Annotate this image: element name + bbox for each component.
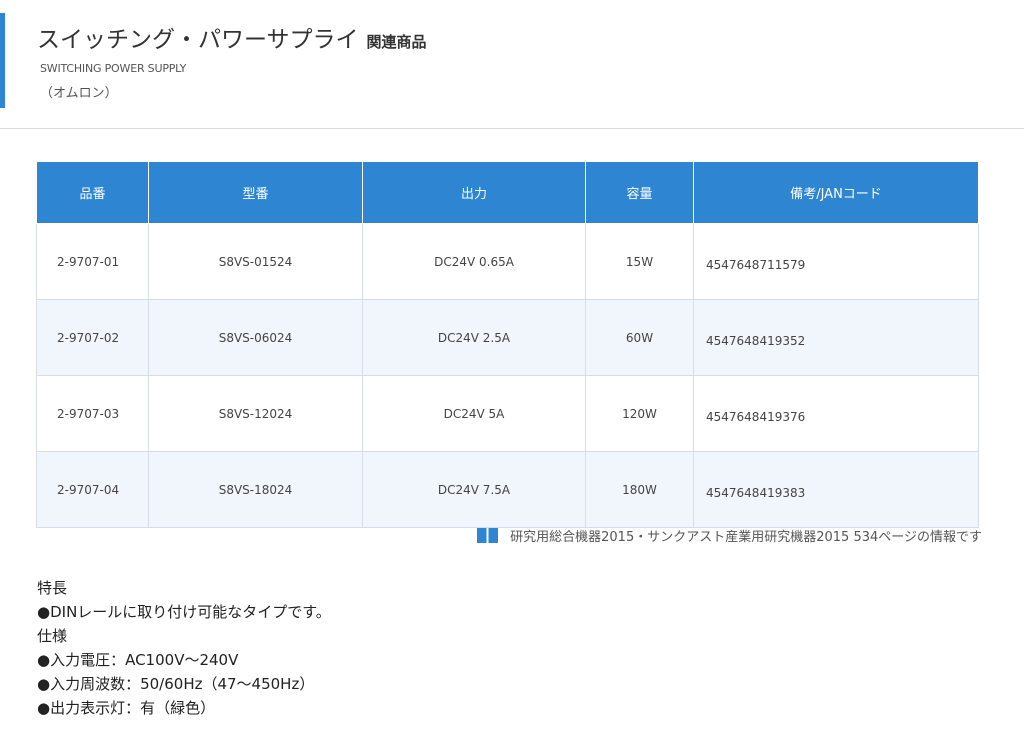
cell-output: DC24V 0.65A [362,223,586,300]
cell-capacity: 180W [585,451,694,528]
product-table: 品番 型番 出力 容量 備考/JANコード 2-9707-01 S8VS-015… [36,161,979,528]
table-header-row: 品番 型番 出力 容量 備考/JANコード [36,161,979,224]
cell-output: DC24V 2.5A [362,299,586,376]
header-notes-jan: 備考/JANコード [693,161,979,224]
cell-jan-code: 4547648711579 [693,223,979,300]
spec-item: ●入力周波数：50/60Hz（47〜450Hz） [37,675,315,693]
cell-item-code: 2-9707-04 [36,451,149,528]
cell-output: DC24V 7.5A [362,451,586,528]
cell-capacity: 120W [585,375,694,452]
cell-jan-code: 4547648419383 [693,451,979,528]
catalog-source-note: 研究用総合機器2015・サンクアスト産業用研究機器2015 534ページの情報で… [477,526,982,545]
header-item-code: 品番 [36,161,149,224]
page-title: スイッチング・パワーサプライ 関連商品 [37,20,427,54]
spec-item: ●入力電圧：AC100V〜240V [37,651,239,669]
spec-item: ●出力表示灯：有（緑色） [37,699,216,717]
cell-item-code: 2-9707-02 [36,299,149,376]
cell-jan-code: 4547648419376 [693,375,979,452]
catalog-source-text: 研究用総合機器2015・サンクアスト産業用研究機器2015 534ページの情報で… [510,530,982,545]
cell-model: S8VS-18024 [148,451,363,528]
feature-item: ●DINレールに取り付け可能なタイプです。 [37,603,331,621]
header-capacity: 容量 [585,161,694,224]
cell-capacity: 60W [585,299,694,376]
related-products-label: 関連商品 [366,33,427,51]
table-row: 2-9707-03 S8VS-12024 DC24V 5A 120W 45476… [36,375,979,452]
page-header: スイッチング・パワーサプライ 関連商品 SWITCHING POWER SUPPL… [0,0,1024,129]
cell-model: S8VS-12024 [148,375,363,452]
table-row: 2-9707-04 S8VS-18024 DC24V 7.5A 180W 454… [36,451,979,528]
product-features: 特長 ●DINレールに取り付け可能なタイプです。 仕様 ●入力電圧：AC100V… [37,576,331,720]
features-heading: 特長 [37,579,68,597]
manufacturer-label: （オムロン） [40,86,118,101]
header-model: 型番 [148,161,363,224]
book-icon [477,528,499,543]
cell-capacity: 15W [585,223,694,300]
page-title-text: スイッチング・パワーサプライ [37,27,359,53]
header-accent-bar [0,13,5,108]
cell-model: S8VS-06024 [148,299,363,376]
cell-jan-code: 4547648419352 [693,299,979,376]
specs-heading: 仕様 [37,627,68,645]
table-row: 2-9707-01 S8VS-01524 DC24V 0.65A 15W 454… [36,223,979,300]
cell-item-code: 2-9707-01 [36,223,149,300]
table-row: 2-9707-02 S8VS-06024 DC24V 2.5A 60W 4547… [36,299,979,376]
cell-model: S8VS-01524 [148,223,363,300]
english-subtitle: SWITCHING POWER SUPPLY [40,62,187,75]
header-output: 出力 [362,161,586,224]
cell-item-code: 2-9707-03 [36,375,149,452]
cell-output: DC24V 5A [362,375,586,452]
